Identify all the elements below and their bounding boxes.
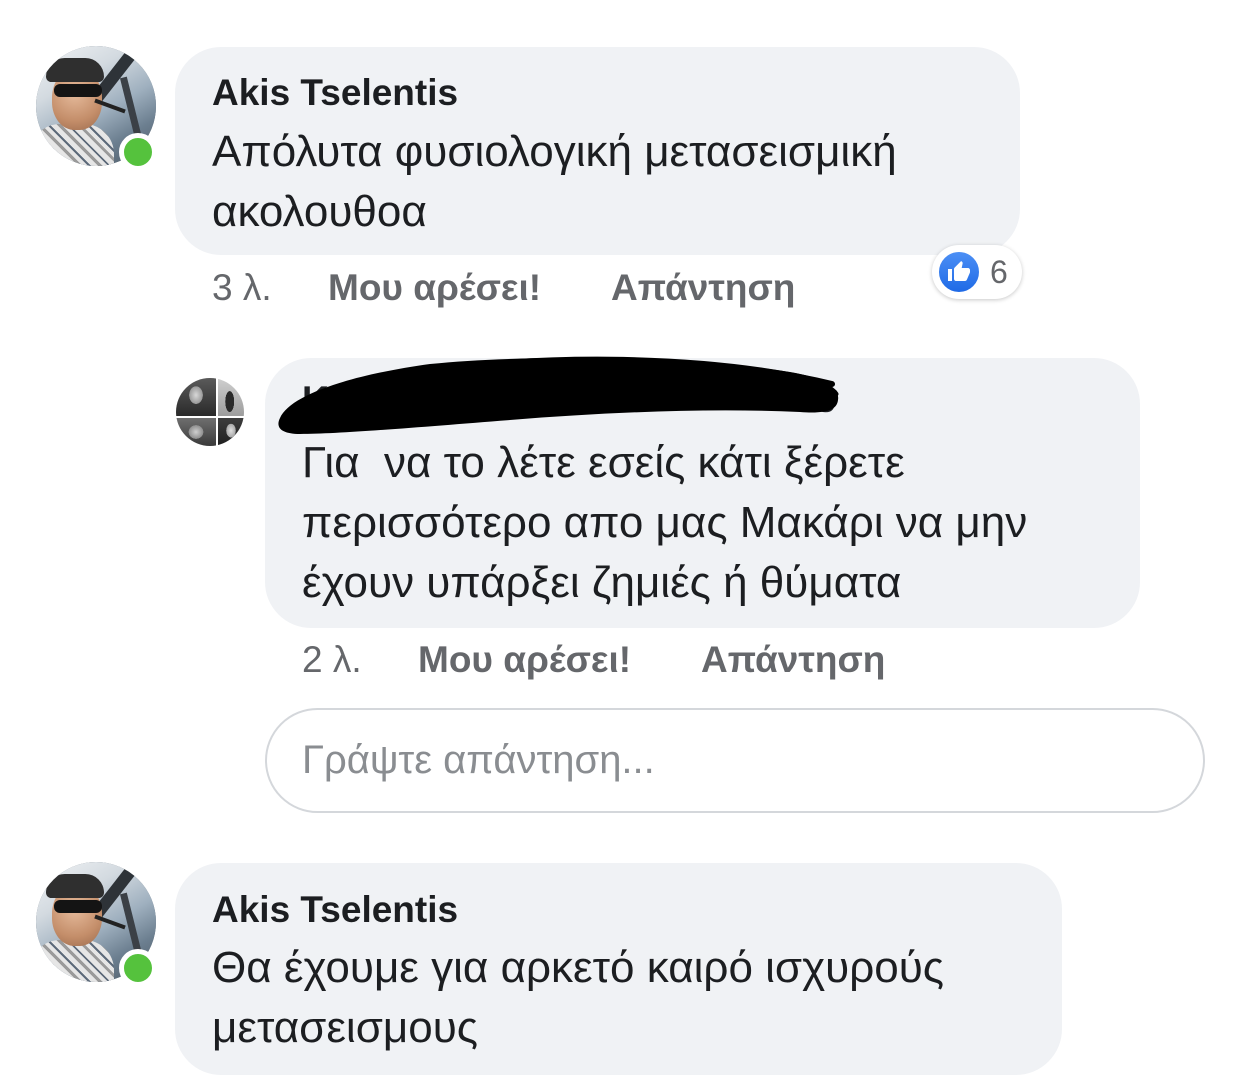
reply-button[interactable]: Απάντηση	[701, 635, 885, 685]
online-status-dot	[119, 133, 157, 171]
like-icon	[937, 250, 981, 294]
reply-text-line: έχουν υπάρξει ζημιές ή θύματα	[302, 558, 902, 607]
like-button[interactable]: Μου αρέσει!	[328, 263, 541, 313]
comment-text-line: Απόλυτα φυσιολογική μετασεισμική	[212, 127, 897, 176]
reply-text-line: Για να το λέτε εσείς κάτι ξέρετε	[302, 438, 905, 487]
comment-bubble: Akis Tselentis Απόλυτα φυσιολογική μετασ…	[175, 47, 1020, 255]
reply-text-line: περισσότερο απο μας Μακάρι να μην	[302, 498, 1028, 547]
avatar-detail	[218, 378, 244, 416]
comment-text: Θα έχουμε για αρκετό καιρό ισχυρούς μετα…	[212, 938, 1062, 1058]
online-status-dot	[119, 949, 157, 987]
comment-text-line: μετασεισμους	[212, 1003, 478, 1052]
reaction-badge[interactable]: 6	[932, 245, 1022, 299]
reaction-count: 6	[990, 254, 1008, 290]
comment-time: 3 λ.	[212, 267, 272, 308]
comment-text-line: ακολουθοα	[212, 187, 427, 236]
avatar-detail	[54, 84, 102, 97]
thumbs-up-icon	[948, 261, 970, 281]
reply-text: Για να το λέτε εσείς κάτι ξέρετε περισσό…	[302, 433, 1140, 613]
reply-time: 2 λ.	[302, 639, 362, 680]
like-button[interactable]: Μου αρέσει!	[418, 635, 631, 685]
avatar-detail	[176, 418, 216, 446]
comment-bubble: Akis Tselentis Θα έχουμε για αρκετό καιρ…	[175, 863, 1062, 1075]
avatar-detail	[176, 378, 216, 416]
avatar-detail	[36, 940, 114, 982]
avatar-detail	[46, 58, 104, 82]
avatar[interactable]	[176, 378, 244, 446]
avatar-detail	[46, 874, 104, 898]
reply-input[interactable]	[265, 708, 1205, 813]
avatar-detail	[54, 900, 102, 913]
avatar-detail	[218, 418, 244, 446]
comment-text-line: Θα έχουμε για αρκετό καιρό ισχυρούς	[212, 943, 944, 992]
comment-text: Απόλυτα φυσιολογική μετασεισμική ακολουθ…	[212, 122, 1020, 242]
comment-author[interactable]: Akis Tselentis	[212, 885, 1062, 935]
reply-button[interactable]: Απάντηση	[611, 263, 795, 313]
comment-thread: Akis Tselentis Απόλυτα φυσιολογική μετασ…	[0, 0, 1242, 1081]
redaction-scribble	[278, 356, 839, 434]
comment-author[interactable]: Akis Tselentis	[212, 68, 1020, 118]
avatar-detail	[36, 124, 114, 166]
